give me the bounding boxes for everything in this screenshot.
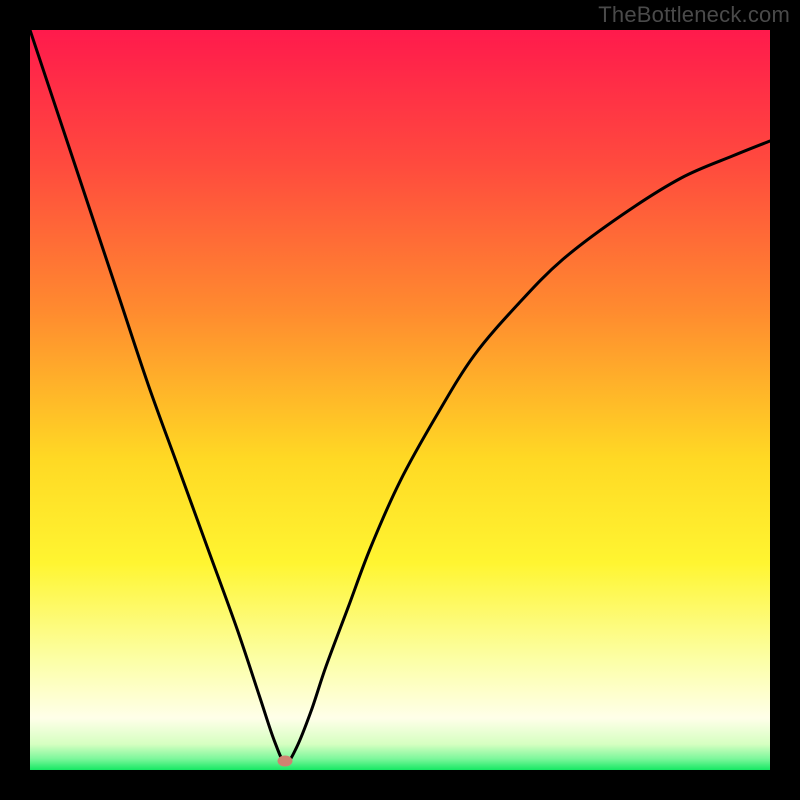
bottleneck-curve [30, 30, 770, 770]
watermark-text: TheBottleneck.com [598, 2, 790, 28]
optimum-marker-icon [278, 756, 293, 767]
plot-frame [30, 30, 770, 770]
plot-inner [30, 30, 770, 770]
chart-stage: TheBottleneck.com [0, 0, 800, 800]
